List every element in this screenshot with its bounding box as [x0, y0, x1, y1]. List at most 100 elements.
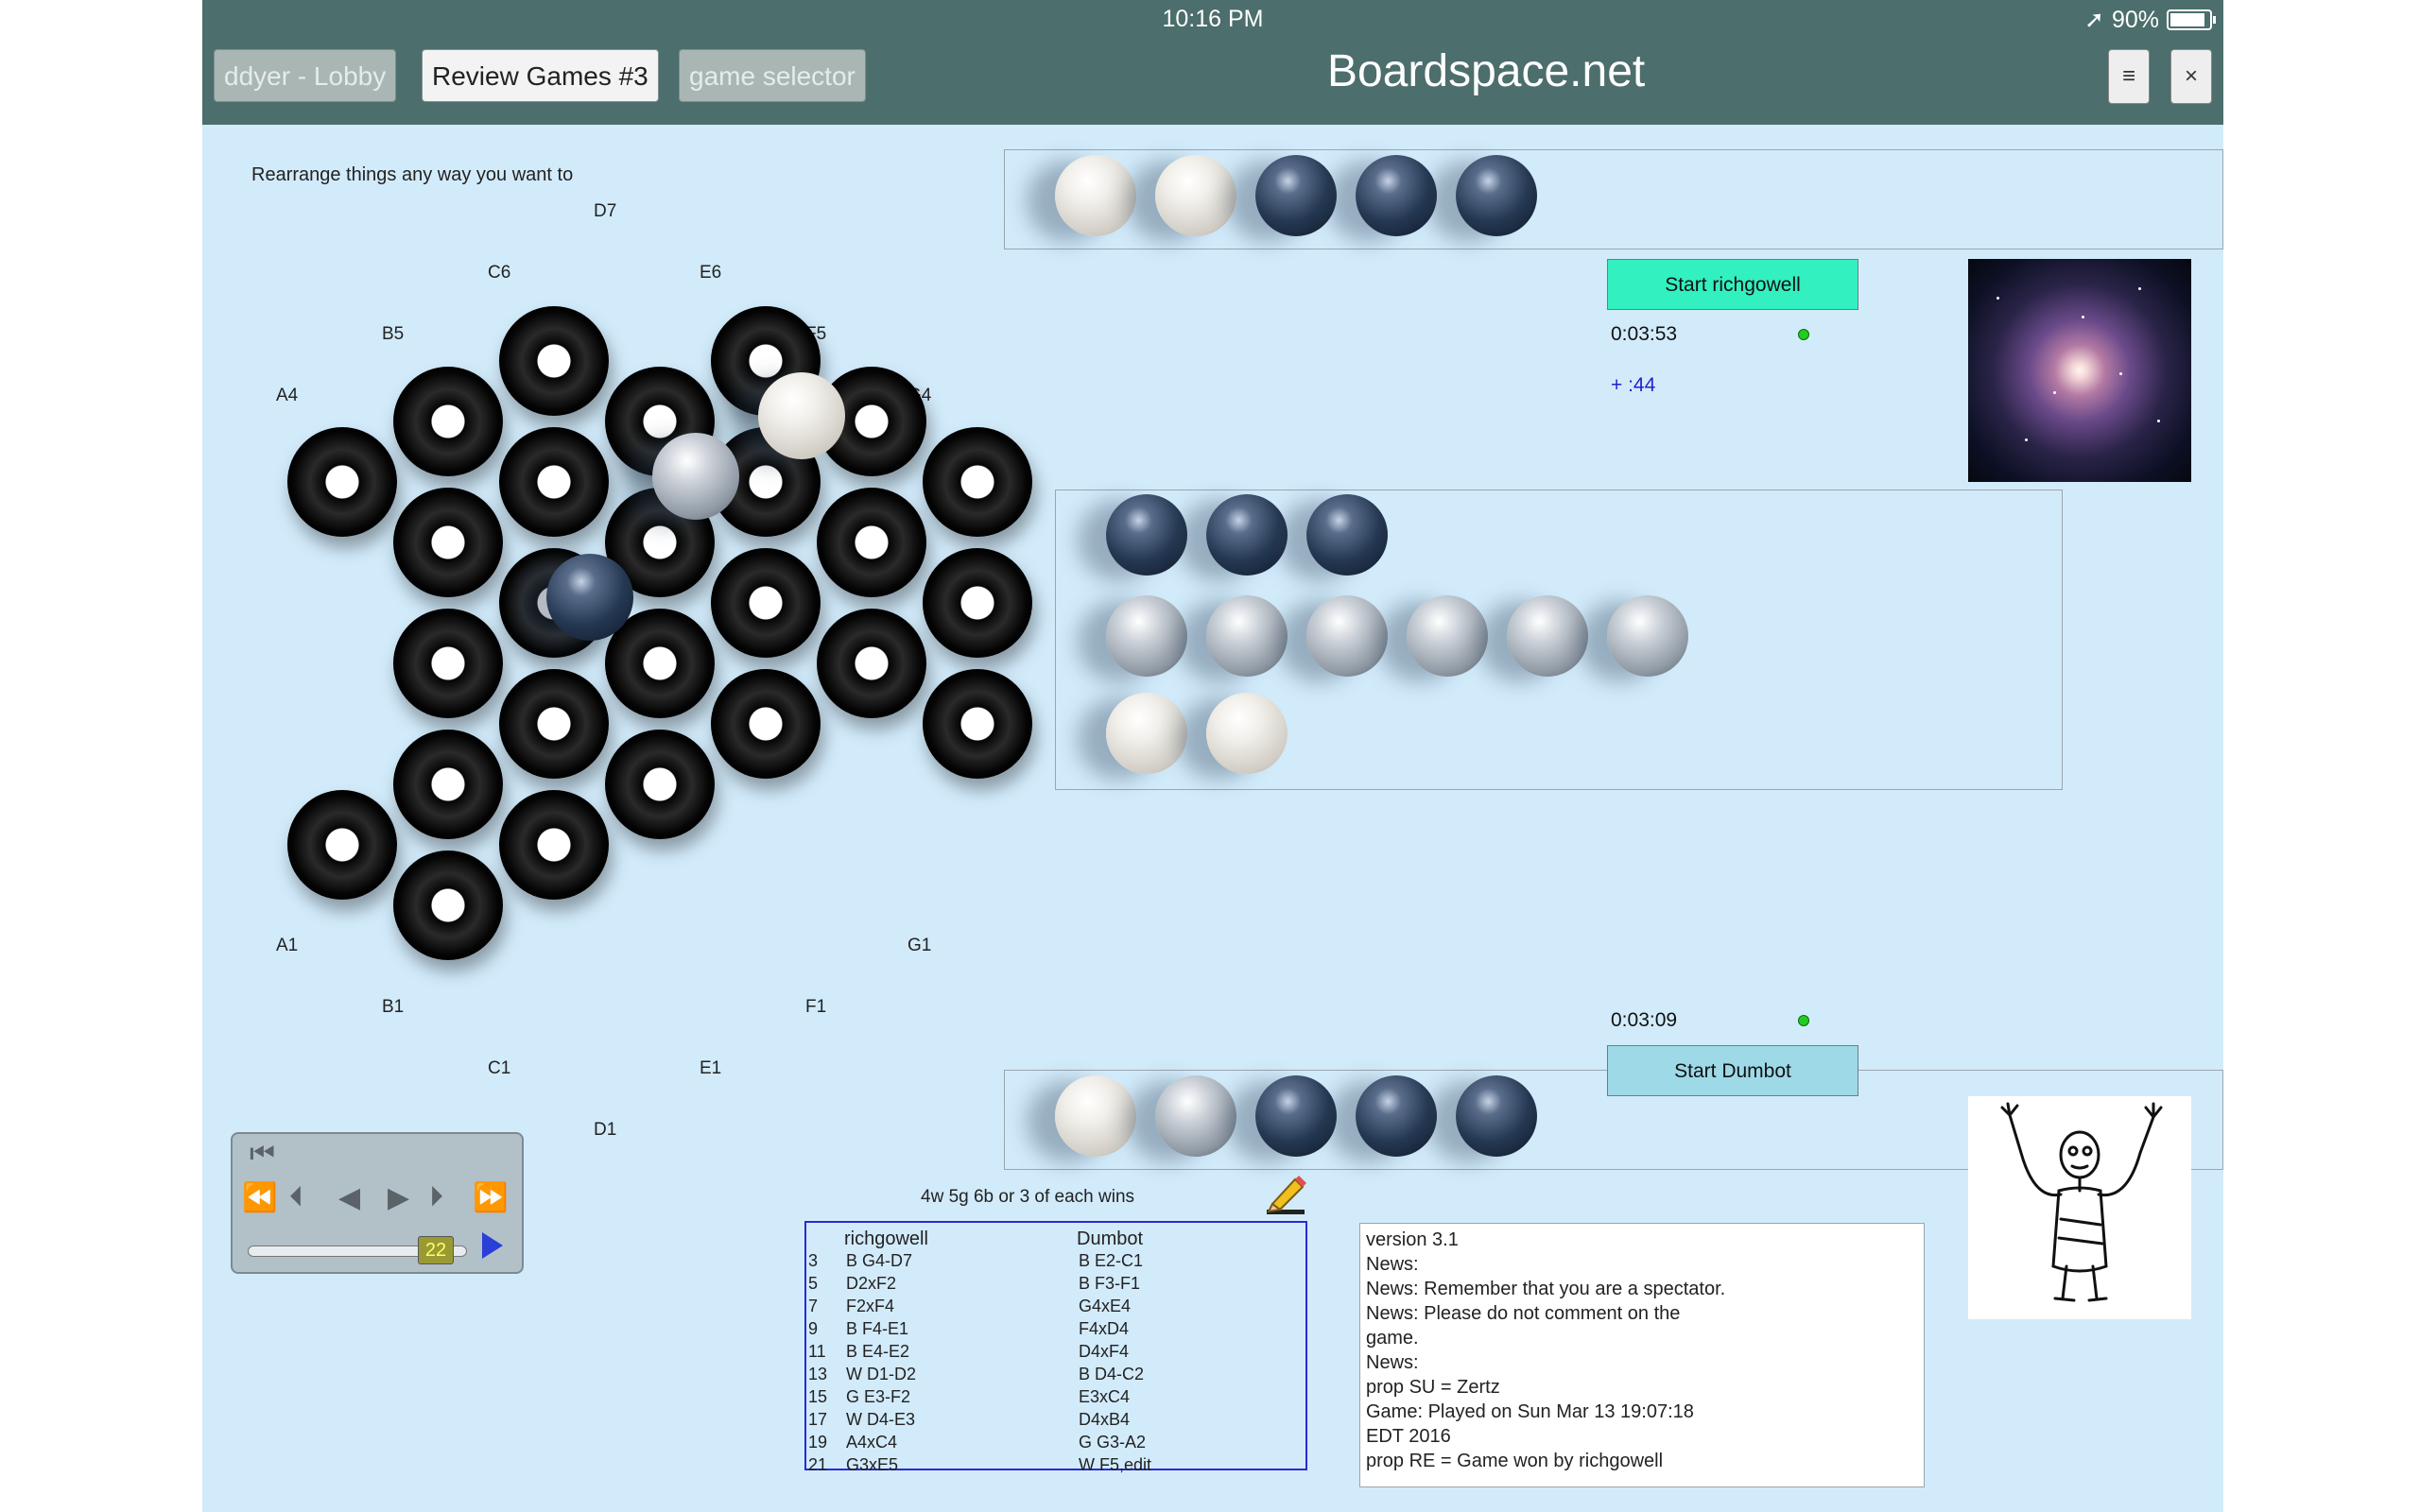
lobby-button[interactable]: ddyer - Lobby: [214, 49, 397, 102]
forward-icon[interactable]: ▶: [388, 1181, 409, 1214]
movelist-row[interactable]: 17 W D4-E3 D4xB4: [806, 1410, 1307, 1433]
label-b1: B1: [382, 997, 405, 1017]
board-marble-white[interactable]: [758, 372, 845, 459]
board-ring[interactable]: [499, 790, 609, 900]
chat-line: prop RE = Game won by richgowell: [1366, 1451, 1664, 1471]
battery-percent: 90%: [2111, 6, 2159, 33]
board-ring[interactable]: [499, 306, 609, 416]
top-bar: 10:16 PM ➚ 90% ddyer - Lobby Review Game…: [202, 0, 2223, 125]
movelist-row[interactable]: 11 B E4-E2 D4xF4: [806, 1342, 1307, 1365]
board-ring[interactable]: [923, 669, 1032, 779]
movelist-row[interactable]: 9 B F4-E1 F4xD4: [806, 1319, 1307, 1342]
star-dot: [2157, 420, 2160, 422]
movelist-row[interactable]: 7 F2xF4 G4xE4: [806, 1297, 1307, 1319]
supply-marble-gray[interactable]: [1407, 595, 1488, 677]
supply-marble-black[interactable]: [1206, 494, 1288, 576]
movelist-player2: Dumbot: [1077, 1228, 1144, 1249]
board-ring[interactable]: [605, 730, 715, 839]
review-games-button[interactable]: Review Games #3: [422, 49, 659, 102]
back-icon[interactable]: ◀: [338, 1181, 360, 1214]
galaxy-avatar: [1968, 259, 2191, 482]
move-richgowell: G3xE5: [846, 1455, 899, 1474]
movelist-row[interactable]: 3 B G4-D7 B E2-C1: [806, 1251, 1307, 1274]
board-ring[interactable]: [817, 609, 926, 718]
move-list[interactable]: richgowell Dumbot 3 B G4-D7 B E2-C1 5 D2xF2 B…: [804, 1221, 1307, 1474]
board-ring[interactable]: [393, 730, 503, 839]
movelist-row[interactable]: 15 G E3-F2 E3xC4: [806, 1387, 1307, 1410]
board-ring[interactable]: [287, 427, 397, 537]
chat-line: Game: Played on Sun Mar 13 19:07:18: [1366, 1401, 1694, 1422]
supply-marble-white[interactable]: [1206, 693, 1288, 774]
label-d1: D1: [594, 1120, 617, 1140]
move-number: 7: [808, 1297, 819, 1315]
board-marble-black[interactable]: [546, 554, 633, 641]
chat-line: prop SU = Zertz: [1366, 1377, 1500, 1398]
move-dumbot: G4xE4: [1079, 1297, 1132, 1315]
move-dumbot: W F5,edit: [1079, 1455, 1152, 1474]
start-dumbot-button[interactable]: Start Dumbot: [1607, 1045, 1858, 1096]
board-ring[interactable]: [287, 790, 397, 900]
board-ring[interactable]: [923, 427, 1032, 537]
supply-marble-gray[interactable]: [1206, 595, 1288, 677]
move-number: 9: [808, 1319, 819, 1338]
movelist-row[interactable]: 13 W D1-D2 B D4-C2: [806, 1365, 1307, 1387]
board-ring[interactable]: [393, 850, 503, 960]
star-dot: [2119, 372, 2122, 375]
back-step-icon[interactable]: ⏴: [289, 1181, 303, 1213]
supply-marble-white[interactable]: [1106, 693, 1187, 774]
time-bonus: + :44: [1611, 374, 1656, 396]
move-richgowell: W D1-D2: [846, 1365, 917, 1383]
star-dot: [2025, 438, 2028, 441]
fast-back-icon[interactable]: ⏪: [242, 1181, 277, 1214]
board-ring[interactable]: [711, 548, 821, 658]
board-ring[interactable]: [393, 488, 503, 597]
movelist-row[interactable]: 19 A4xC4 G G3-A2: [806, 1433, 1307, 1455]
board-ring[interactable]: [499, 669, 609, 779]
edit-pencil-icon[interactable]: [1263, 1172, 1308, 1217]
win-condition: 4w 5g 6b or 3 of each wins: [921, 1187, 1135, 1207]
movelist-row[interactable]: 5 D2xF2 B F3-F1: [806, 1274, 1307, 1297]
label-g1: G1: [908, 936, 932, 955]
board-ring[interactable]: [393, 609, 503, 718]
board-ring[interactable]: [923, 548, 1032, 658]
supply-marble-black[interactable]: [1106, 494, 1187, 576]
forward-step-icon[interactable]: ⏵: [429, 1181, 443, 1213]
board-ring[interactable]: [393, 367, 503, 476]
fast-forward-icon[interactable]: ⏩: [473, 1181, 508, 1214]
move-richgowell: B G4-D7: [846, 1251, 913, 1270]
label-e1: E1: [700, 1058, 722, 1078]
chat-line: News: Please do not comment on the: [1366, 1303, 1681, 1324]
chat-line: EDT 2016: [1366, 1426, 1451, 1447]
cartoon-figure-icon: [2000, 1102, 2163, 1302]
richgowell-clock: 0:03:53: [1611, 323, 1678, 345]
menu-icon[interactable]: ≡: [2108, 49, 2150, 104]
board-marble-gray[interactable]: [652, 433, 739, 520]
move-richgowell: D2xF2: [846, 1274, 897, 1293]
board-ring[interactable]: [817, 488, 926, 597]
captured-marble-black: [1255, 1075, 1337, 1157]
supply-marble-gray[interactable]: [1306, 595, 1388, 677]
board-ring[interactable]: [499, 427, 609, 537]
chat-log[interactable]: version 3.1 News: News: Remember that you …: [1359, 1223, 1925, 1487]
captured-marble-black: [1456, 1075, 1537, 1157]
board-ring[interactable]: [711, 669, 821, 779]
supply-marble-gray[interactable]: [1106, 595, 1187, 677]
play-icon[interactable]: [482, 1232, 503, 1259]
captured-marble-black: [1356, 155, 1437, 236]
move-slider-handle[interactable]: 22: [418, 1236, 454, 1264]
movelist-row[interactable]: 21 G3xE5 W F5,edit: [806, 1455, 1307, 1478]
supply-marble-gray[interactable]: [1607, 595, 1688, 677]
move-number: 17: [808, 1410, 828, 1429]
label-f1: F1: [805, 997, 827, 1017]
move-dumbot: E3xC4: [1079, 1387, 1131, 1406]
close-icon[interactable]: ×: [2170, 49, 2212, 104]
game-selector-button[interactable]: game selector: [679, 49, 866, 102]
captured-marble-black: [1356, 1075, 1437, 1157]
captured-marble-black: [1255, 155, 1337, 236]
supply-marble-gray[interactable]: [1507, 595, 1588, 677]
chat-line: News:: [1366, 1352, 1419, 1373]
start-richgowell-button[interactable]: Start richgowell: [1607, 259, 1858, 310]
captured-marble-black: [1456, 155, 1537, 236]
supply-marble-black[interactable]: [1306, 494, 1388, 576]
first-move-icon[interactable]: ⏮: [250, 1138, 275, 1170]
